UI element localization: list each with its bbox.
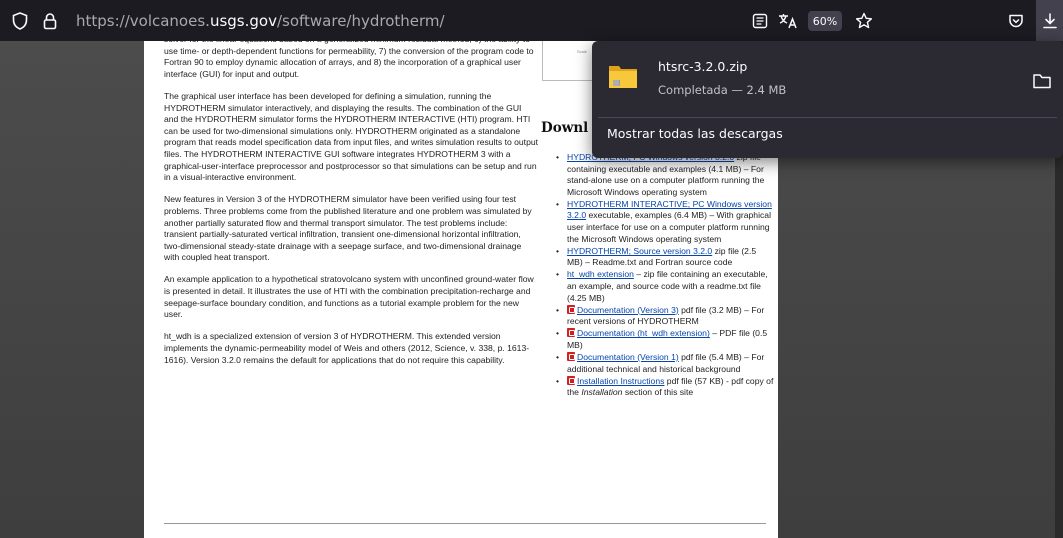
show-all-downloads-button[interactable]: Mostrar todas las descargas	[607, 126, 783, 141]
download-description: section of this site	[622, 387, 694, 398]
download-list-item: HYDROTHERM; PC Windows version 3.2.0 zip…	[552, 152, 774, 198]
download-status: Completada — 2.4 MB	[658, 83, 787, 97]
download-description-italic: Installation	[581, 387, 623, 398]
download-item[interactable]: htsrc-3.2.0.zip Completada — 2.4 MB	[598, 47, 1057, 111]
url-prefix: https://volcanoes.	[76, 12, 210, 30]
download-link[interactable]: Installation Instructions	[577, 376, 664, 386]
download-link[interactable]: ht_wdh extension	[567, 269, 634, 279]
lock-icon[interactable]	[38, 9, 62, 33]
zoom-level-button[interactable]: 60%	[808, 11, 842, 31]
pdf-icon	[567, 352, 575, 362]
download-list-item: Documentation (ht_wdh extension) – PDF f…	[552, 328, 774, 351]
pdf-icon	[567, 375, 575, 385]
paragraph: The graphical user interface has been de…	[164, 90, 539, 183]
paragraph: ht_wdh is a specialized extension of ver…	[164, 331, 530, 365]
url-host: usgs.gov	[209, 12, 277, 30]
paragraph: An example application to a hypothetical…	[164, 274, 534, 320]
translate-icon[interactable]	[776, 9, 800, 33]
download-list-item: HYDROTHERM INTERACTIVE; PC Windows versi…	[552, 199, 774, 245]
download-list-item: ht_wdh extension – zip file containing a…	[552, 269, 774, 304]
divider	[164, 523, 766, 524]
downloads-heading: Downl	[541, 120, 589, 136]
address-bar[interactable]: https://volcanoes.usgs.gov/software/hydr…	[76, 12, 445, 30]
pocket-icon[interactable]	[1004, 9, 1028, 33]
downloads-panel: htsrc-3.2.0.zip Completada — 2.4 MB Most…	[592, 41, 1063, 158]
downloads-list: HYDROTHERM; PC Windows version 3.2.0 zip…	[552, 152, 774, 399]
pdf-icon	[567, 328, 575, 338]
paragraph: solver for the linear equations based on…	[164, 41, 534, 79]
bookmark-star-icon[interactable]	[852, 9, 876, 33]
download-list-item: Documentation (Version 1) pdf file (5.4 …	[552, 352, 774, 375]
download-description: executable, examples (6.4 MB) – With gra…	[567, 210, 771, 244]
download-file-name: htsrc-3.2.0.zip	[658, 59, 748, 74]
description-column: solver for the linear equations based on…	[164, 41, 538, 377]
paragraph: New features in Version 3 of the HYDROTH…	[164, 194, 532, 263]
figure-caption: Scale	[577, 49, 588, 54]
pdf-icon	[567, 304, 575, 314]
tracking-shield-icon[interactable]	[8, 9, 32, 33]
url-path: /software/hydrotherm/	[276, 12, 445, 30]
download-link[interactable]: Documentation (ht_wdh extension)	[577, 328, 710, 338]
panel-divider	[598, 117, 1057, 118]
download-list-item: Documentation (Version 3) pdf file (3.2 …	[552, 304, 774, 328]
download-link[interactable]: Documentation (Version 1)	[577, 352, 679, 362]
downloads-button[interactable]	[1036, 0, 1063, 41]
browser-toolbar: https://volcanoes.usgs.gov/software/hydr…	[0, 0, 1063, 41]
download-list-item: Installation Instructions pdf file (57 K…	[552, 375, 774, 399]
download-link[interactable]: HYDROTHERM; Source version 3.2.0	[567, 246, 712, 256]
zip-folder-icon	[609, 66, 637, 88]
download-list-item: HYDROTHERM; Source version 3.2.0 zip fil…	[552, 246, 774, 269]
download-link[interactable]: Documentation (Version 3)	[577, 305, 679, 315]
download-arrow-icon	[1042, 12, 1057, 28]
reader-view-icon[interactable]	[748, 9, 772, 33]
open-folder-icon[interactable]	[1032, 72, 1052, 90]
